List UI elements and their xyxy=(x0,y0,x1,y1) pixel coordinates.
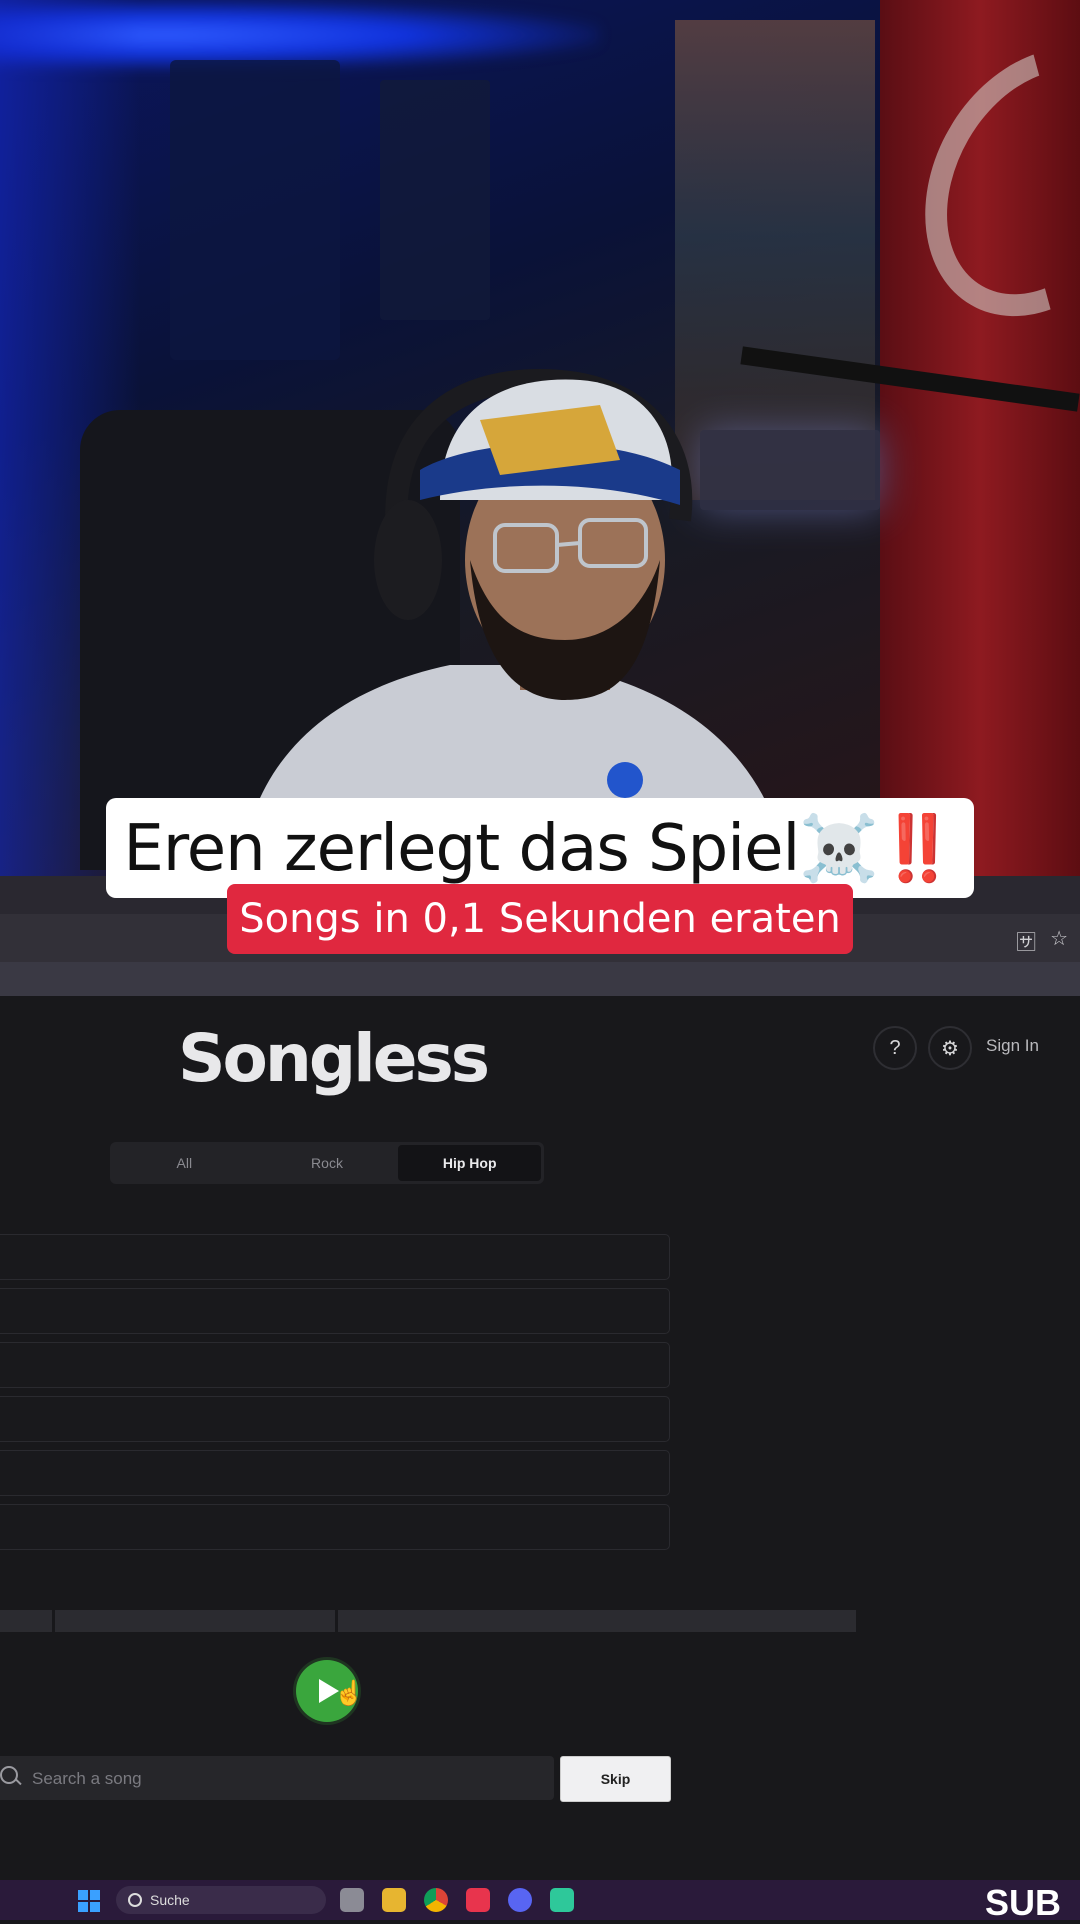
guess-slot xyxy=(0,1396,670,1442)
windows-taskbar: Suche SUB xyxy=(0,1880,1080,1923)
question-icon: ? xyxy=(889,1036,901,1059)
music-app-icon[interactable] xyxy=(466,1888,490,1912)
guess-slot xyxy=(0,1342,670,1388)
settings-button[interactable]: ⚙ xyxy=(928,1026,972,1070)
genre-tab-all[interactable]: All xyxy=(113,1145,256,1181)
search-icon xyxy=(128,1893,142,1907)
webcam-feed xyxy=(0,0,1080,876)
sign-in-link[interactable]: Sign In xyxy=(986,1036,1039,1056)
genre-selector: All Rock Hip Hop xyxy=(110,1142,544,1184)
subscribe-overlay-text: SUB xyxy=(985,1882,1062,1923)
streamer xyxy=(240,368,790,876)
song-search-box xyxy=(0,1756,554,1802)
windows-start-icon[interactable] xyxy=(78,1890,100,1912)
progress-segment xyxy=(55,1610,335,1632)
skip-button[interactable]: Skip xyxy=(560,1756,671,1802)
taskbar-search[interactable]: Suche xyxy=(116,1886,326,1914)
guess-list xyxy=(0,1234,670,1558)
task-view-icon[interactable] xyxy=(340,1888,364,1912)
genre-tab-hip-hop[interactable]: Hip Hop xyxy=(398,1145,542,1181)
bookmark-star-icon[interactable]: ☆ xyxy=(1050,926,1068,955)
subtitle-caption: Songs in 0,1 Sekunden eraten xyxy=(227,884,853,954)
hand-cursor-icon: ☝ xyxy=(334,1680,364,1707)
app-icon[interactable] xyxy=(550,1888,574,1912)
taskbar-search-label: Suche xyxy=(150,1892,190,1908)
subtitle-caption-text: Songs in 0,1 Sekunden eraten xyxy=(239,896,841,942)
progress-segment xyxy=(0,1610,52,1632)
snippet-progress-bar xyxy=(0,1610,856,1632)
songless-logo[interactable]: Songless xyxy=(178,1020,490,1097)
file-explorer-icon[interactable] xyxy=(382,1888,406,1912)
song-search-input[interactable] xyxy=(30,1756,534,1802)
title-caption: Eren zerlegt das Spiel☠️‼️ xyxy=(106,798,974,898)
translate-icon[interactable]: 🈂 xyxy=(1016,926,1036,955)
title-caption-text: Eren zerlegt das Spiel☠️‼️ xyxy=(123,811,957,886)
search-icon xyxy=(0,1766,18,1784)
discord-icon[interactable] xyxy=(508,1888,532,1912)
chrome-icon[interactable] xyxy=(424,1888,448,1912)
guess-slot xyxy=(0,1288,670,1334)
songless-page: Songless ? ⚙ Sign In All Rock Hip Hop ☝ … xyxy=(0,996,1080,1880)
help-button[interactable]: ? xyxy=(873,1026,917,1070)
gear-icon: ⚙ xyxy=(941,1037,959,1060)
guess-slot xyxy=(0,1504,670,1550)
progress-segment xyxy=(338,1610,856,1632)
guess-slot xyxy=(0,1234,670,1280)
bookmarks-bar xyxy=(0,962,1080,996)
guess-slot xyxy=(0,1450,670,1496)
genre-tab-rock[interactable]: Rock xyxy=(256,1145,399,1181)
